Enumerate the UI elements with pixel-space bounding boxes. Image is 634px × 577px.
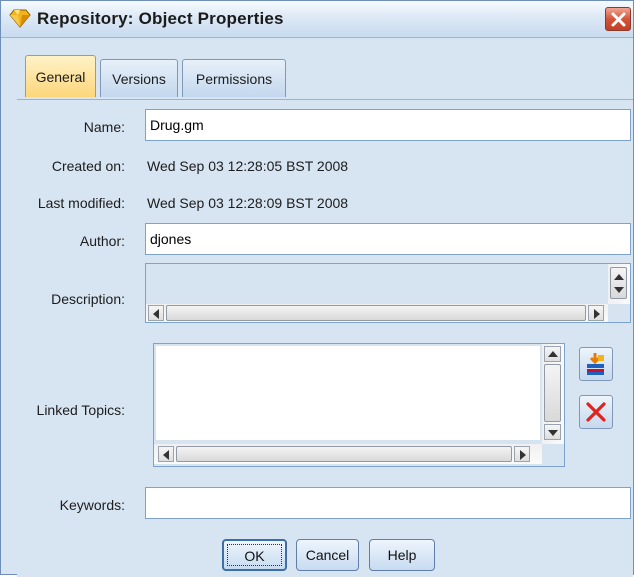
linked-topics-horizontal-scrollbar[interactable]	[154, 444, 542, 464]
cancel-button[interactable]: Cancel	[296, 539, 359, 571]
linked-topics-hscroll-thumb[interactable]	[176, 446, 512, 462]
description-horizontal-scrollbar[interactable]	[146, 304, 608, 322]
delete-topic-button[interactable]	[579, 395, 613, 429]
ok-button[interactable]: OK	[222, 539, 287, 571]
description-vertical-scrollbar[interactable]	[608, 264, 630, 304]
linked-topics-label: Linked Topics:	[36, 402, 125, 418]
linked-topics-scroll-down-button[interactable]	[544, 424, 561, 440]
name-field[interactable]: Drug.gm	[145, 109, 631, 141]
tab-general[interactable]: General	[25, 55, 96, 97]
last-modified-value: Wed Sep 03 12:28:09 BST 2008	[147, 195, 349, 211]
linked-topics-list[interactable]	[153, 343, 565, 467]
delete-icon	[586, 402, 606, 422]
created-on-value: Wed Sep 03 12:28:05 BST 2008	[147, 158, 349, 174]
keywords-label: Keywords:	[59, 497, 125, 513]
linked-topics-vertical-scrollbar[interactable]	[542, 344, 564, 444]
dialog-window: Repository: Object Properties Versions P…	[0, 0, 634, 577]
window-title: Repository: Object Properties	[37, 9, 284, 28]
linked-topics-list-area[interactable]	[156, 346, 540, 440]
name-label: Name:	[83, 119, 125, 135]
help-button[interactable]: Help	[369, 539, 435, 571]
description-vscroll-thumb[interactable]	[610, 267, 627, 299]
focus-rectangle	[227, 544, 282, 566]
title-bar[interactable]: Repository: Object Properties	[1, 1, 633, 38]
add-topic-icon	[587, 353, 604, 375]
linked-topics-vscroll-thumb[interactable]	[544, 364, 561, 422]
linked-topics-scroll-up-button[interactable]	[544, 346, 561, 362]
author-field[interactable]: djones	[145, 223, 631, 255]
description-field[interactable]	[145, 263, 631, 323]
created-on-label: Created on:	[51, 158, 125, 174]
linked-topics-scroll-right-button[interactable]	[514, 446, 530, 462]
keywords-field[interactable]	[145, 487, 631, 519]
description-label: Description:	[51, 291, 125, 307]
last-modified-label: Last modified:	[37, 195, 125, 211]
linked-topics-scroll-left-button[interactable]	[158, 446, 174, 462]
close-icon	[611, 12, 626, 27]
close-button[interactable]	[605, 7, 631, 31]
tab-permissions[interactable]: Permissions	[182, 59, 286, 97]
help-button-label: Help	[387, 547, 417, 563]
author-label: Author:	[79, 233, 125, 249]
description-scroll-left-button[interactable]	[148, 305, 164, 321]
diamond-app-icon	[9, 9, 31, 28]
add-topic-button[interactable]	[579, 347, 613, 381]
description-hscroll-thumb[interactable]	[166, 305, 586, 321]
tab-versions[interactable]: Versions	[100, 59, 178, 97]
cancel-button-label: Cancel	[305, 547, 350, 563]
description-scroll-right-button[interactable]	[588, 305, 604, 321]
